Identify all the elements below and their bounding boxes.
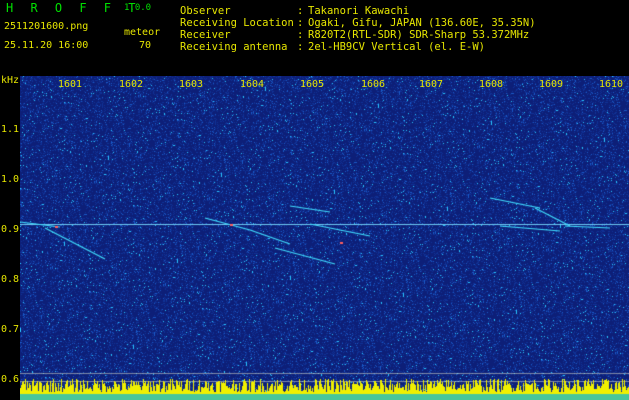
y-tick-0-8: 0.8 — [1, 274, 20, 285]
receiver-label: Receiver — [180, 29, 231, 41]
spectrogram — [20, 76, 629, 400]
antenna-colon: : — [297, 41, 304, 53]
y-tick-1-1: 1.1 — [1, 124, 20, 135]
receiver-colon: : — [297, 29, 304, 41]
y-tick-0-9: 0.9 — [1, 224, 20, 235]
x-tick-1606: 1606 — [361, 79, 386, 90]
x-tick-1609: 1609 — [539, 79, 564, 90]
header: H R O F F T 1.0.0 2511201600.png 25.11.2… — [0, 0, 629, 74]
observer-value: Takanori Kawachi — [308, 5, 410, 17]
antenna-value: 2el-HB9CV Vertical (el. E-W) — [308, 41, 486, 53]
y-tick-1-0: 1.0 — [1, 174, 20, 185]
location-colon: : — [297, 17, 304, 29]
x-tick-1603: 1603 — [179, 79, 204, 90]
location-label: Receiving Location — [180, 17, 294, 29]
receiver-value: R820T2(RTL-SDR) SDR-Sharp 53.372MHz — [308, 29, 530, 41]
count-value: 70 — [139, 40, 152, 51]
x-tick-1610: 1610 — [599, 79, 624, 90]
x-tick-1607: 1607 — [419, 79, 444, 90]
x-tick-1604: 1604 — [240, 79, 265, 90]
x-tick-1602: 1602 — [119, 79, 144, 90]
y-tick-0-6: 0.6 — [1, 374, 20, 385]
y-tick-0-7: 0.7 — [1, 324, 20, 335]
app-version: 1.0.0 — [124, 3, 152, 13]
location-value: Ogaki, Gifu, JAPAN (136.60E, 35.35N) — [308, 17, 536, 29]
x-tick-1605: 1605 — [300, 79, 325, 90]
observer-colon: : — [297, 5, 304, 17]
app-title: H R O F F T — [6, 1, 141, 15]
file-name: 2511201600.png — [4, 21, 89, 32]
count-label: meteor — [124, 27, 161, 38]
x-tick-1608: 1608 — [479, 79, 504, 90]
observer-label: Observer — [180, 5, 231, 17]
antenna-label: Receiving antenna — [180, 41, 288, 53]
date-time: 25.11.20 16:00 — [4, 40, 89, 51]
y-axis-unit: kHz — [1, 75, 20, 86]
x-tick-1601: 1601 — [58, 79, 83, 90]
